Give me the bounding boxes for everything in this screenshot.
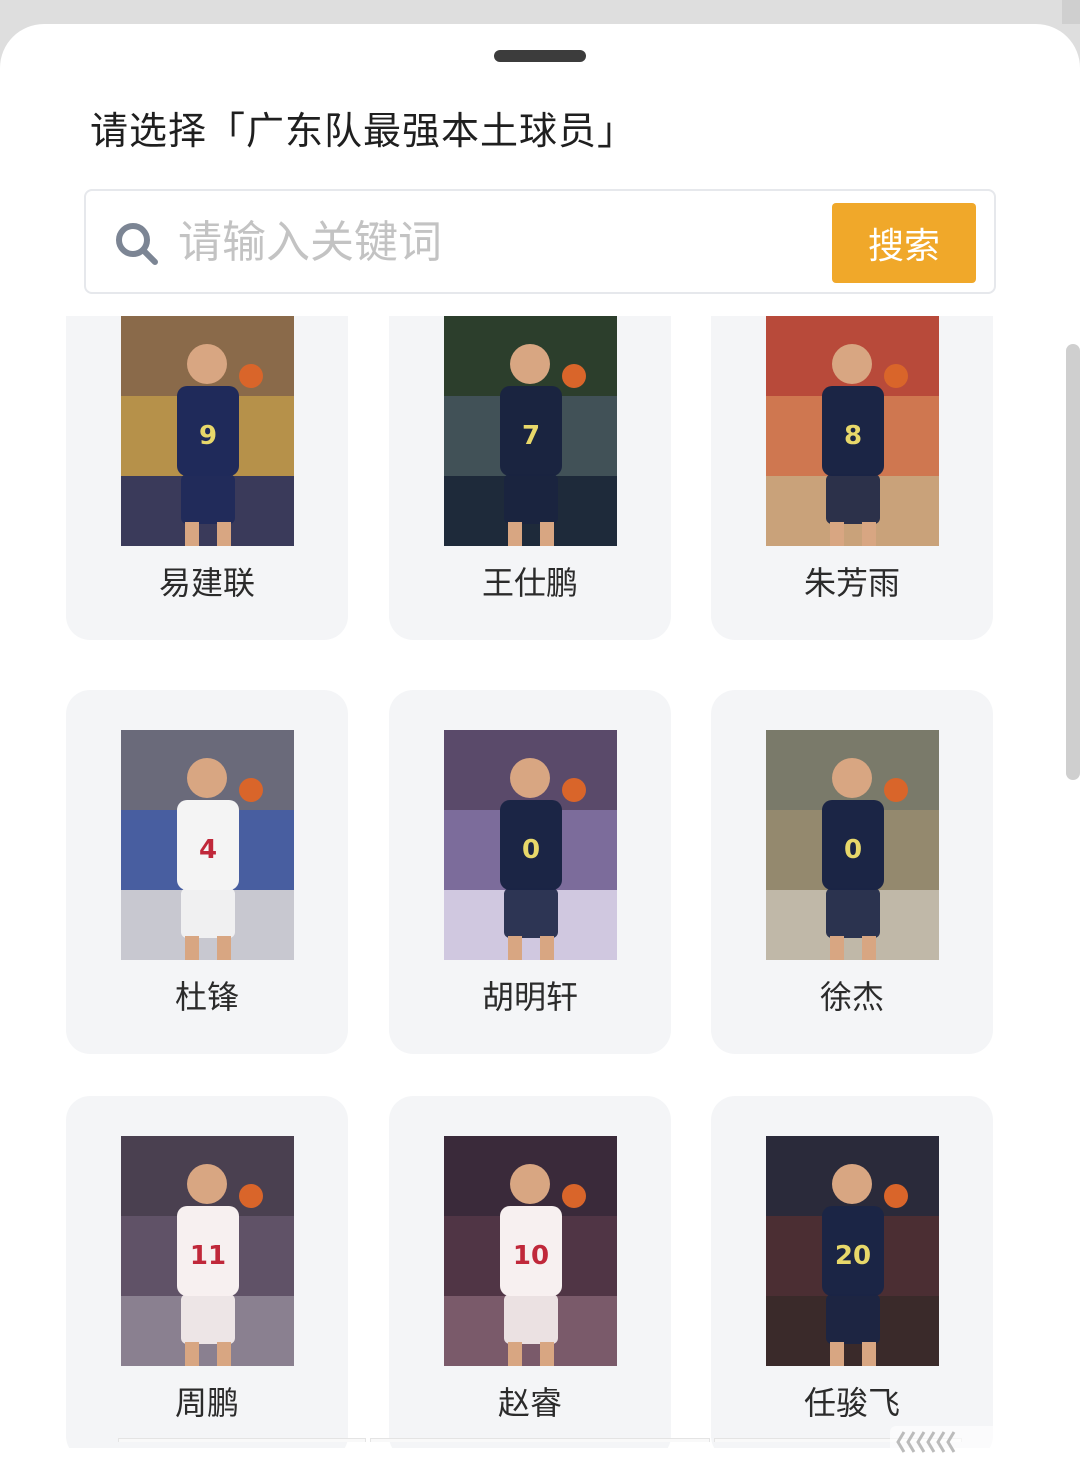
- player-name: 周鹏: [174, 1384, 239, 1422]
- next-card-edge: [118, 1438, 366, 1442]
- player-photo: 4: [121, 730, 294, 960]
- player-name: 杜锋: [174, 978, 239, 1016]
- player-card[interactable]: 7 王仕鹏: [389, 316, 671, 640]
- player-card[interactable]: 20 任骏飞: [711, 1096, 993, 1448]
- player-photo: 10: [444, 1136, 617, 1366]
- svg-text:20: 20: [835, 1241, 871, 1271]
- player-card[interactable]: 8 朱芳雨: [711, 316, 993, 640]
- search-input[interactable]: [178, 209, 818, 275]
- player-name: 任骏飞: [803, 1384, 900, 1422]
- svg-text:4: 4: [199, 835, 217, 865]
- watermark-logo: [890, 1426, 1070, 1458]
- player-photo: 7: [444, 316, 617, 546]
- sheet-title: 请选择「广东队最强本土球员」: [90, 109, 637, 153]
- player-name: 胡明轩: [481, 978, 578, 1016]
- player-name: 徐杰: [819, 978, 884, 1016]
- drag-handle[interactable]: [494, 50, 586, 62]
- player-name: 王仕鹏: [481, 564, 578, 602]
- scrollbar-thumb[interactable]: [1066, 344, 1080, 780]
- search-icon: [116, 223, 158, 265]
- next-card-edge: [370, 1438, 710, 1442]
- player-card[interactable]: 11 周鹏: [66, 1096, 348, 1448]
- search-button[interactable]: 搜索: [832, 203, 976, 283]
- player-grid: 9 易建联 7 王仕鹏 8 朱芳雨 4 杜锋 0 胡明轩 0 徐杰 11 周鹏 10 赵睿 20 任骏飞: [0, 316, 1080, 1448]
- svg-text:11: 11: [190, 1241, 226, 1271]
- player-card[interactable]: 0 胡明轩: [389, 690, 671, 1054]
- search-bar: 搜索: [84, 189, 996, 294]
- svg-text:9: 9: [199, 421, 217, 451]
- player-photo: 11: [121, 1136, 294, 1366]
- player-card[interactable]: 0 徐杰: [711, 690, 993, 1054]
- player-photo: 0: [444, 730, 617, 960]
- player-photo: 9: [121, 316, 294, 546]
- player-card[interactable]: 9 易建联: [66, 316, 348, 640]
- svg-text:10: 10: [513, 1241, 549, 1271]
- svg-text:7: 7: [522, 421, 540, 451]
- status-strip: [1062, 0, 1080, 24]
- player-photo: 0: [766, 730, 939, 960]
- player-name: 赵睿: [497, 1384, 562, 1422]
- svg-text:0: 0: [522, 835, 540, 865]
- player-name: 朱芳雨: [803, 564, 900, 602]
- player-name: 易建联: [158, 564, 255, 602]
- svg-text:8: 8: [844, 421, 862, 451]
- player-card[interactable]: 10 赵睿: [389, 1096, 671, 1448]
- player-card[interactable]: 4 杜锋: [66, 690, 348, 1054]
- player-photo: 20: [766, 1136, 939, 1366]
- player-photo: 8: [766, 316, 939, 546]
- svg-text:0: 0: [844, 835, 862, 865]
